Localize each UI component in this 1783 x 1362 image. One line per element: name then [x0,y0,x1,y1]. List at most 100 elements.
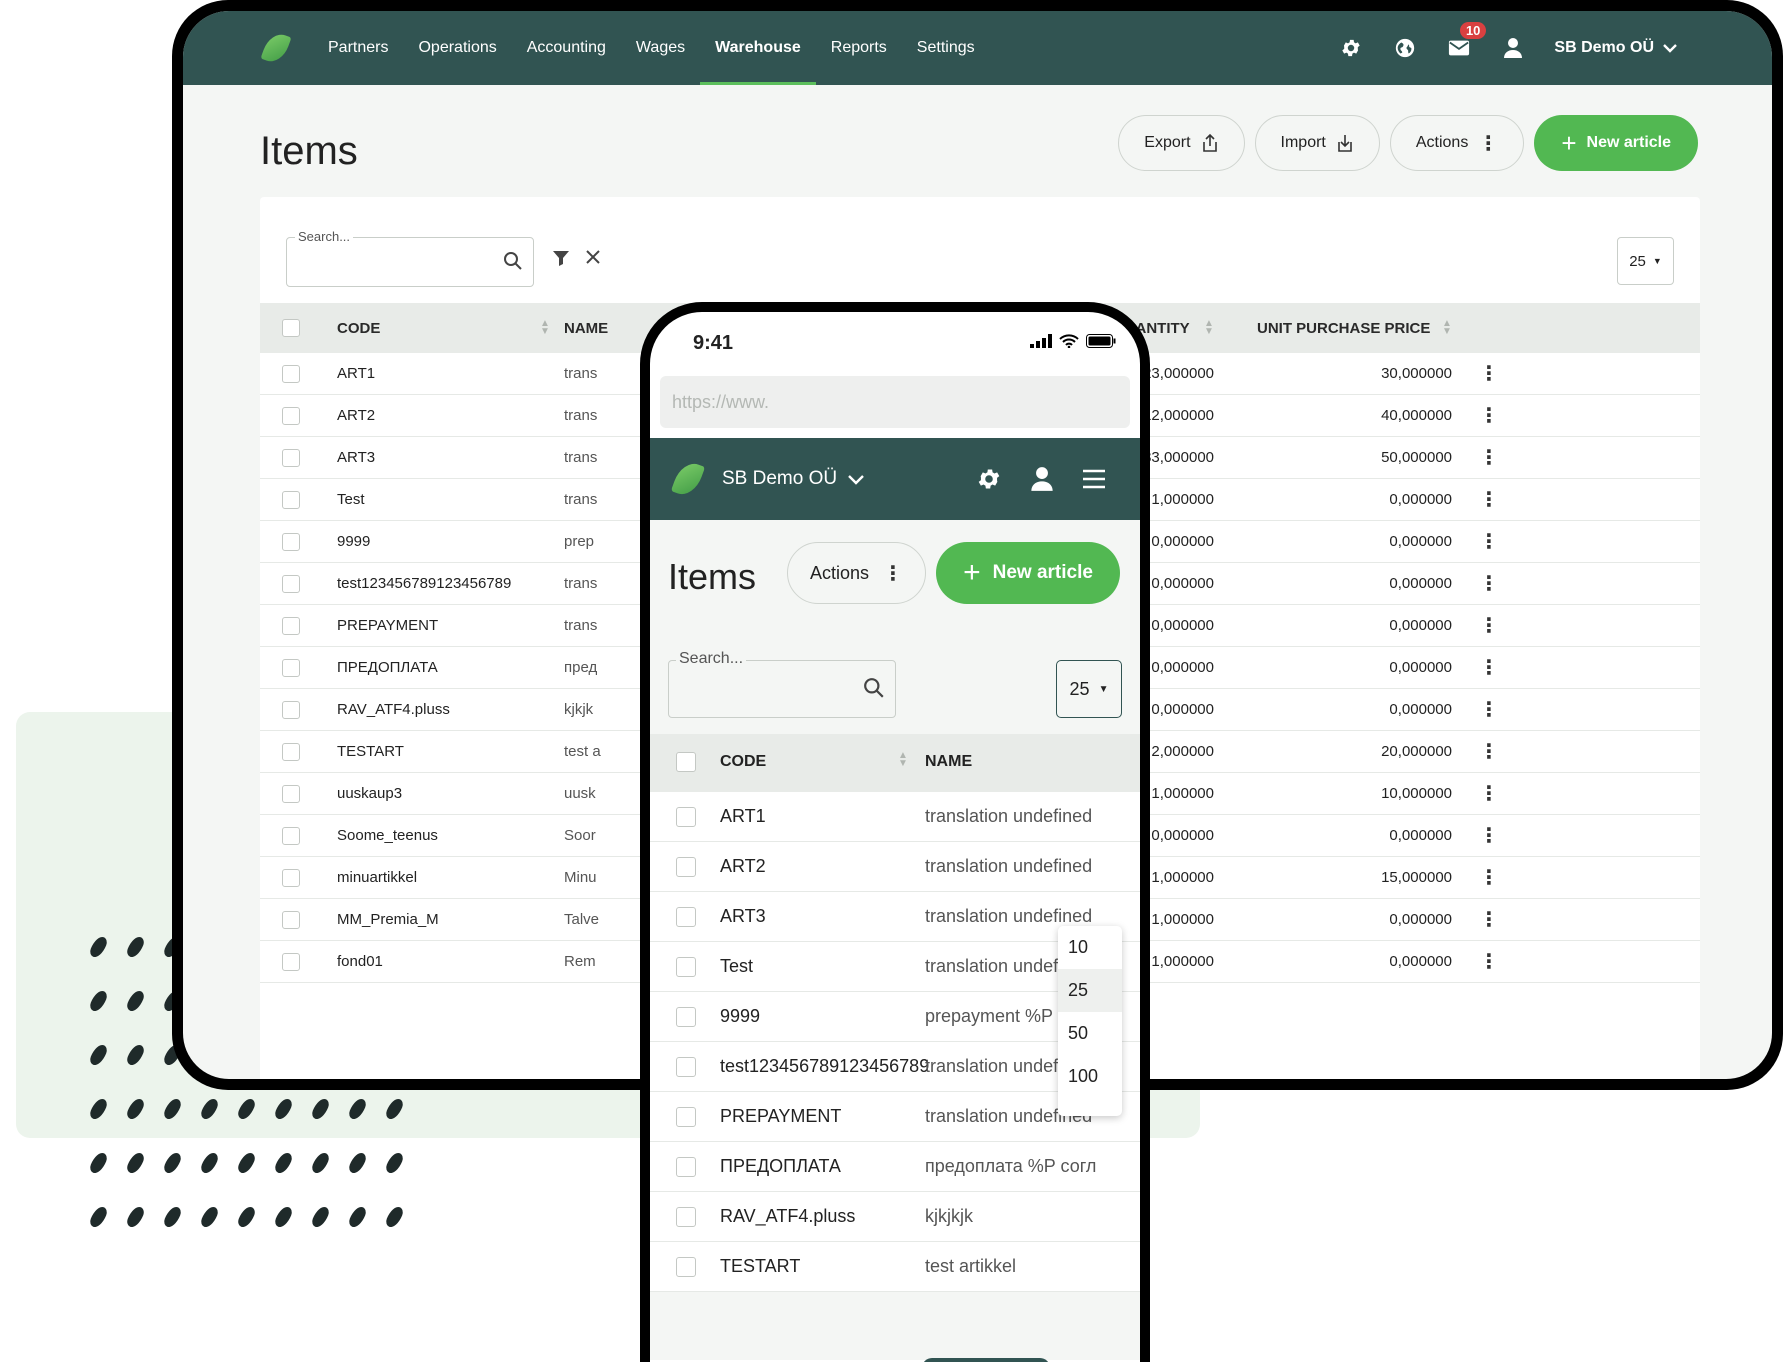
actions-button[interactable]: Actions ⋮ [787,542,927,604]
select-all-checkbox[interactable] [676,752,696,772]
browser-url-bar[interactable]: https://www. [660,376,1130,428]
rows-per-page-select[interactable]: 25 ▼ [1056,660,1122,718]
row-checkbox[interactable] [676,1007,696,1027]
dropdown-option-10[interactable]: 10 [1058,926,1122,969]
scroll-to-top-handle[interactable] [922,1358,1050,1362]
sort-icon[interactable]: ▲▼ [898,751,908,769]
nav-item-settings[interactable]: Settings [902,11,990,85]
row-more-vertical-icon[interactable]: ⋮ [1479,815,1499,856]
nav-item-wages[interactable]: Wages [621,11,700,85]
row-more-vertical-icon[interactable]: ⋮ [1479,521,1499,562]
row-checkbox[interactable] [282,407,300,425]
hamburger-menu-icon[interactable] [1082,469,1106,489]
row-checkbox[interactable] [676,1157,696,1177]
import-button[interactable]: Import [1254,115,1380,171]
cell-code: fond01 [337,953,383,970]
sort-icon[interactable]: ▲▼ [540,319,550,337]
row-checkbox[interactable] [676,807,696,827]
row-checkbox[interactable] [676,857,696,877]
nav-item-warehouse[interactable]: Warehouse [700,11,816,85]
column-header-name[interactable]: NAME [925,753,972,771]
row-checkbox[interactable] [282,659,300,677]
company-switcher[interactable]: SB Demo OÜ [1554,39,1678,57]
select-all-checkbox[interactable] [282,319,300,337]
column-header-code[interactable]: CODE [720,753,766,771]
row-checkbox[interactable] [676,957,696,977]
row-checkbox[interactable] [282,743,300,761]
row-checkbox[interactable] [282,911,300,929]
row-more-vertical-icon[interactable]: ⋮ [1479,395,1499,436]
search-input[interactable]: Search... [286,229,534,287]
row-checkbox[interactable] [282,533,300,551]
row-checkbox[interactable] [282,617,300,635]
row-more-vertical-icon[interactable]: ⋮ [1479,941,1499,982]
row-checkbox[interactable] [282,869,300,887]
nav-item-accounting[interactable]: Accounting [512,11,621,85]
company-switcher[interactable]: SB Demo OÜ [722,468,865,490]
new-article-label: New article [1586,134,1671,151]
actions-button[interactable]: Actions ⋮ [1389,115,1525,171]
cell-unit-purchase-price: 0,000000 [1389,701,1452,718]
dropdown-option-50[interactable]: 50 [1058,1012,1122,1055]
new-article-button[interactable]: + New article [936,542,1120,604]
export-button[interactable]: Export [1118,115,1245,171]
filter-icon[interactable] [552,249,570,267]
row-checkbox[interactable] [282,953,300,971]
row-checkbox[interactable] [676,1257,696,1277]
row-more-vertical-icon[interactable]: ⋮ [1479,437,1499,478]
row-more-vertical-icon[interactable]: ⋮ [1479,731,1499,772]
column-header-code[interactable]: CODE [337,303,380,353]
row-more-vertical-icon[interactable]: ⋮ [1479,647,1499,688]
rows-per-page-select[interactable]: 25 ▼ [1617,237,1674,285]
table-row[interactable]: ART1 translation undefined [650,792,1140,842]
table-row[interactable]: RAV_ATF4.pluss kjkjkjk [650,1192,1140,1242]
row-checkbox[interactable] [282,491,300,509]
row-checkbox[interactable] [676,1207,696,1227]
close-icon[interactable] [585,249,601,265]
search-icon[interactable] [503,251,523,271]
gear-icon[interactable] [1338,35,1364,61]
sort-icon[interactable]: ▲▼ [1442,319,1452,337]
row-checkbox[interactable] [676,1057,696,1077]
dropdown-option-100[interactable]: 100 [1058,1055,1122,1098]
row-checkbox[interactable] [282,365,300,383]
row-more-vertical-icon[interactable]: ⋮ [1479,773,1499,814]
nav-item-operations[interactable]: Operations [403,11,511,85]
mobile-page-body: Items Actions ⋮ + New article Search... … [650,520,1140,1360]
table-row[interactable]: ART2 translation undefined [650,842,1140,892]
top-right-tools: 10 SB Demo OÜ [1338,11,1678,85]
table-row[interactable]: TESTART test artikkel [650,1242,1140,1292]
row-checkbox[interactable] [282,701,300,719]
row-more-vertical-icon[interactable]: ⋮ [1479,353,1499,394]
row-more-vertical-icon[interactable]: ⋮ [1479,479,1499,520]
row-checkbox[interactable] [282,785,300,803]
new-article-button[interactable]: + New article [1534,115,1698,171]
mail-icon[interactable]: 10 [1446,22,1487,61]
row-checkbox[interactable] [282,827,300,845]
row-checkbox[interactable] [282,575,300,593]
user-icon[interactable] [1030,466,1054,492]
row-checkbox[interactable] [282,449,300,467]
logo-leaf-icon[interactable] [670,458,706,500]
sort-icon[interactable]: ▲▼ [1204,319,1214,337]
row-more-vertical-icon[interactable]: ⋮ [1479,689,1499,730]
nav-item-reports[interactable]: Reports [816,11,902,85]
column-header-unit-purchase-price[interactable]: UNIT PURCHASE PRICE [1257,303,1430,353]
globe-icon[interactable] [1392,35,1418,61]
table-row[interactable]: ПРЕДОПЛАТА предоплата %P согл [650,1142,1140,1192]
search-icon[interactable] [863,677,885,699]
gear-icon[interactable] [976,466,1002,492]
row-more-vertical-icon[interactable]: ⋮ [1479,605,1499,646]
row-more-vertical-icon[interactable]: ⋮ [1479,563,1499,604]
row-checkbox[interactable] [676,907,696,927]
column-header-name[interactable]: NAME [564,303,608,353]
dropdown-option-25[interactable]: 25 [1058,969,1122,1012]
nav-item-partners[interactable]: Partners [313,11,403,85]
cell-unit-purchase-price: 30,000000 [1381,365,1452,382]
user-icon[interactable] [1500,35,1526,61]
logo-leaf-icon[interactable] [260,30,292,66]
row-more-vertical-icon[interactable]: ⋮ [1479,857,1499,898]
row-checkbox[interactable] [676,1107,696,1127]
row-more-vertical-icon[interactable]: ⋮ [1479,899,1499,940]
search-input[interactable]: Search... [668,650,896,718]
